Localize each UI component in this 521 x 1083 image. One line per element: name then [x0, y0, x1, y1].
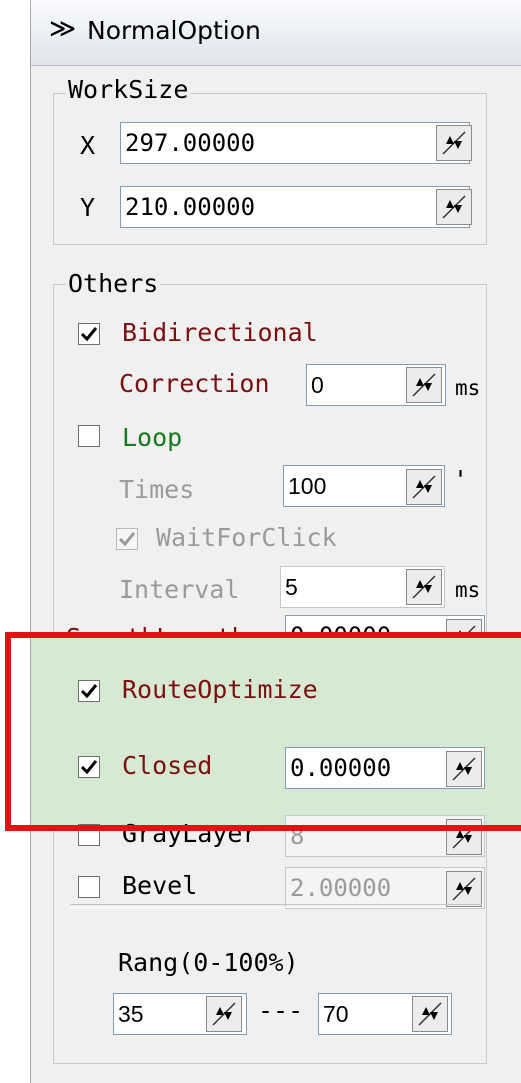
loop-label[interactable]: Loop — [122, 420, 182, 456]
spin-updown-icon — [442, 131, 466, 155]
panel-title: NormalOption — [87, 16, 261, 45]
correction-label: Correction — [119, 369, 270, 398]
spin-updown-icon — [412, 575, 436, 599]
times-unit: ' — [453, 465, 469, 494]
divider — [70, 904, 482, 908]
bidirectional-checkbox[interactable] — [78, 323, 100, 345]
worksize-legend: WorkSize — [66, 75, 191, 104]
rang-min-spinner[interactable] — [206, 996, 242, 1032]
x-label: X — [80, 131, 96, 160]
worksize-y-spinner[interactable] — [436, 189, 472, 225]
others-legend: Others — [66, 269, 161, 298]
checkmark-icon — [118, 532, 136, 547]
times-spinner[interactable] — [406, 469, 442, 505]
bevel-checkbox[interactable] — [78, 876, 100, 898]
panel-header[interactable]: ≫ NormalOption — [31, 0, 521, 66]
times-label: Times — [119, 475, 195, 504]
wait-for-click-label: WaitForClick — [156, 523, 337, 552]
spin-updown-icon — [412, 373, 436, 397]
y-label: Y — [80, 193, 96, 222]
interval-label: Interval — [119, 575, 240, 604]
worksize-y-input[interactable]: 210.00000 — [120, 186, 470, 228]
rang-label: Rang(0-100%) — [118, 948, 299, 977]
spin-updown-icon — [452, 877, 476, 901]
spin-updown-icon — [412, 475, 436, 499]
bevel-spinner[interactable] — [446, 871, 482, 907]
worksize-x-input[interactable]: 297.00000 — [120, 122, 470, 164]
spin-updown-icon — [212, 1002, 236, 1026]
bidirectional-label[interactable]: Bidirectional — [122, 315, 318, 351]
highlight-box — [5, 632, 521, 831]
interval-unit: ms — [455, 578, 481, 602]
rang-max-spinner[interactable] — [412, 996, 448, 1032]
correction-unit: ms — [455, 376, 481, 400]
wait-for-click-checkbox[interactable] — [116, 528, 138, 550]
rang-separator: --- — [258, 996, 304, 1025]
checkmark-icon — [80, 327, 98, 342]
interval-spinner[interactable] — [406, 569, 442, 605]
double-chevron-down-icon[interactable]: ≫ — [49, 13, 76, 45]
bevel-label[interactable]: Bevel — [122, 868, 197, 904]
correction-spinner[interactable] — [406, 367, 442, 403]
spin-updown-icon — [442, 195, 466, 219]
spin-updown-icon — [418, 1002, 442, 1026]
worksize-x-spinner[interactable] — [436, 125, 472, 161]
loop-checkbox[interactable] — [78, 425, 100, 447]
